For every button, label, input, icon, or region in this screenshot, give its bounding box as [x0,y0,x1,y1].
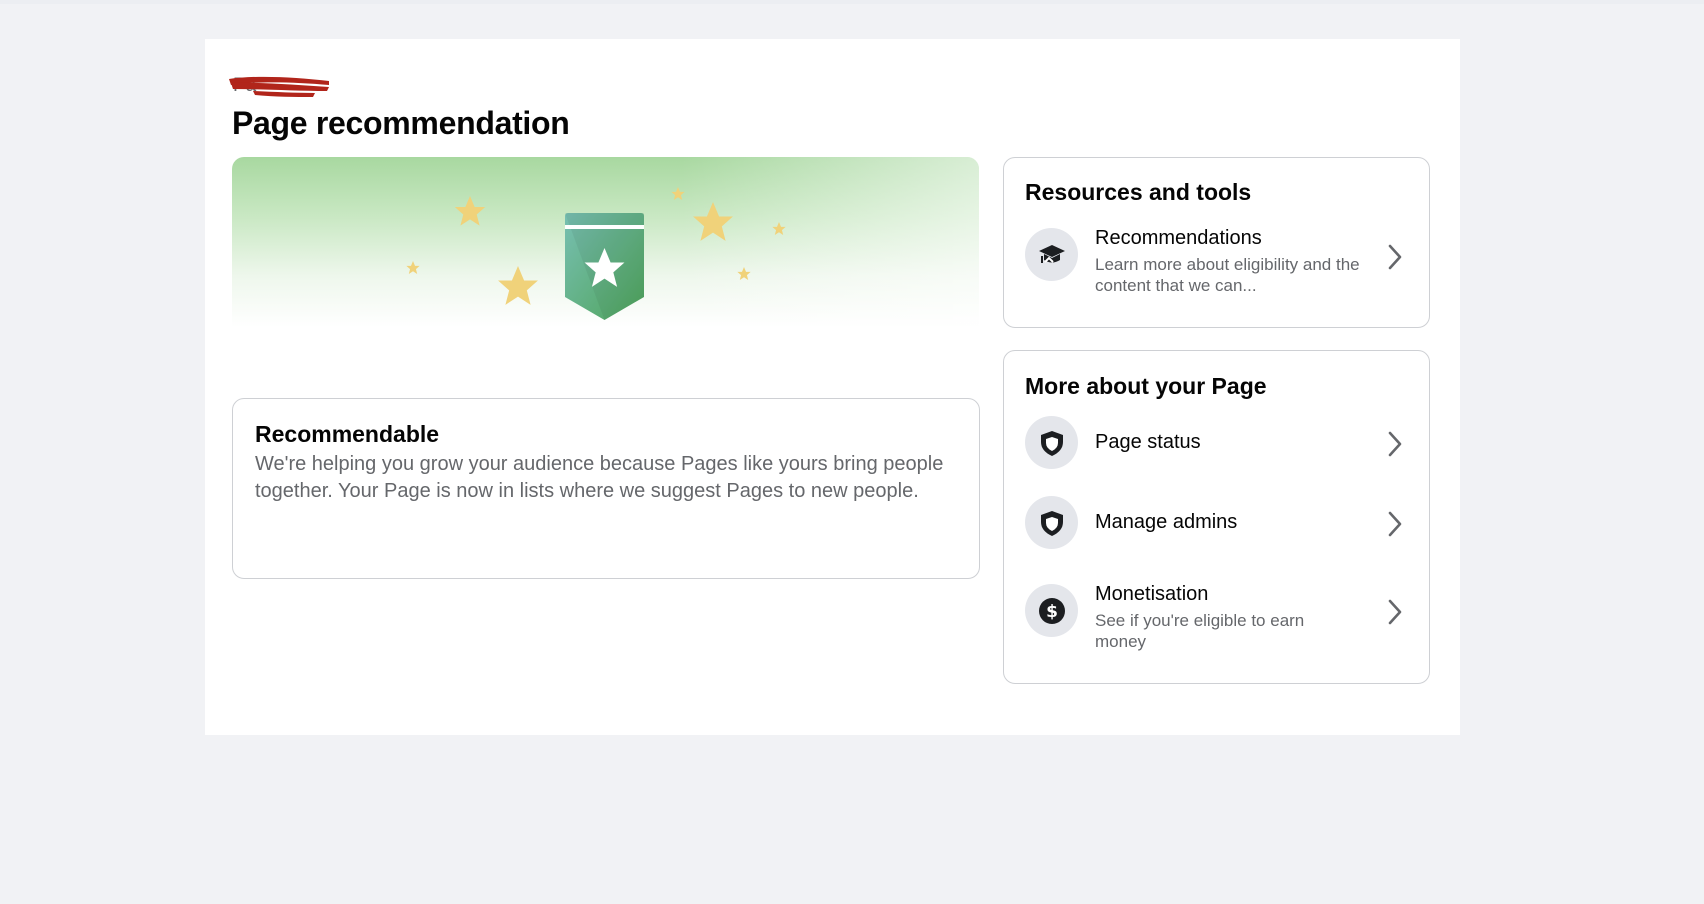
hero-banner [232,157,979,327]
graduation-cap-icon [1038,244,1065,263]
svg-text:$: $ [1046,602,1058,622]
chevron-right-icon [1388,511,1402,537]
recommendations-icon-circle [1025,228,1078,281]
monetisation-subtitle: See if you're eligible to earn money [1095,611,1305,651]
shield-icon [1040,430,1063,456]
chevron-right-icon [1388,244,1402,270]
recommendable-title: Recommendable [255,421,440,447]
badge-icon [565,213,644,320]
manage-admins-title: Manage admins [1095,511,1238,533]
manage-admins-row[interactable]: Manage admins [1025,496,1413,556]
monetisation-row[interactable]: $ Monetisation See if you're eligible to… [1025,583,1413,651]
more-about-card: More about your Page Page status Manage [1003,350,1430,684]
chevron-right-icon [1388,431,1402,457]
resources-card: Resources and tools Recommendations Lear… [1003,157,1430,328]
monetisation-icon-circle: $ [1025,584,1078,637]
recommendable-card: Recommendable We're helping you grow you… [232,398,980,579]
manage-admins-icon-circle [1025,496,1078,549]
chevron-right-icon [1388,599,1402,625]
shield-icon [1040,510,1063,536]
page-status-icon-circle [1025,416,1078,469]
monetisation-title: Monetisation [1095,583,1209,605]
page-title: Page recommendation [232,105,570,141]
redacted-breadcrumb: Pa [225,71,335,97]
recommendable-description: We're helping you grow your audience bec… [255,453,944,502]
redaction-scribble [229,76,329,97]
main-panel: Pa Page recommendation [205,39,1460,735]
page-status-title: Page status [1095,431,1201,453]
badge-illustration [406,187,786,320]
top-strip [0,0,1704,4]
recommendations-subtitle: Learn more about eligibility and the con… [1095,255,1360,295]
recommendations-row[interactable]: Recommendations Learn more about eligibi… [1025,227,1413,295]
recommendations-title: Recommendations [1095,227,1262,249]
resources-heading: Resources and tools [1025,179,1252,205]
page-status-row[interactable]: Page status [1025,416,1413,476]
dollar-icon: $ [1038,597,1065,624]
more-about-heading: More about your Page [1025,373,1267,399]
